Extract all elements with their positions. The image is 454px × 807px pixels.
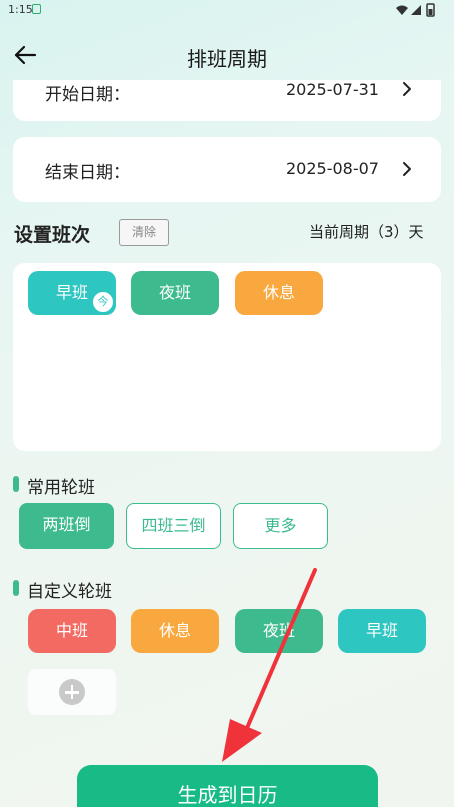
status-bar: 1:15	[0, 0, 454, 22]
preset-four-shift[interactable]: 四班三倒	[126, 503, 221, 549]
set-shifts-title: 设置班次	[14, 224, 91, 246]
shift-chip-rest[interactable]: 休息	[235, 271, 323, 315]
end-date-label: 结束日期：	[45, 163, 130, 183]
plus-icon	[59, 679, 85, 705]
section-marker	[13, 580, 19, 596]
end-date-value: 2025-08-07	[286, 159, 379, 178]
preset-two-shift[interactable]: 两班倒	[19, 503, 114, 549]
status-icons	[396, 3, 435, 17]
start-date-value: 2025-07-31	[286, 80, 379, 99]
preset-more[interactable]: 更多	[233, 503, 328, 549]
status-time: 1:15	[8, 3, 33, 16]
custom-rotation-title: 自定义轮班	[27, 582, 112, 602]
custom-chip-mid[interactable]: 中班	[28, 609, 116, 653]
custom-chip-night[interactable]: 夜班	[235, 609, 323, 653]
signal-icon	[411, 5, 421, 15]
shift-chip-label: 早班	[55, 283, 88, 302]
header: 排班周期	[0, 34, 454, 78]
wifi-icon	[396, 5, 408, 15]
page-title: 排班周期	[187, 47, 267, 71]
chevron-right-icon	[403, 162, 411, 176]
common-rotation-title: 常用轮班	[27, 478, 95, 498]
shift-chip-night[interactable]: 夜班	[131, 271, 219, 315]
section-marker	[13, 476, 19, 492]
shift-chip-label: 休息	[262, 283, 295, 302]
shift-sequence-panel: 早班 今 夜班 休息	[13, 263, 441, 451]
chevron-right-icon	[403, 82, 411, 96]
add-custom-shift-button[interactable]	[28, 669, 116, 715]
clear-button[interactable]: 清除	[119, 219, 169, 246]
end-date-row[interactable]: 结束日期： 2025-08-07	[13, 137, 441, 202]
app-notification-icon	[32, 4, 41, 14]
custom-chip-early[interactable]: 早班	[338, 609, 426, 653]
shift-chip-label: 夜班	[158, 283, 191, 302]
start-date-row[interactable]: 开始日期： 2025-07-31	[13, 80, 441, 121]
start-date-label: 开始日期：	[45, 85, 130, 105]
generate-to-calendar-button[interactable]: 生成到日历	[77, 765, 378, 807]
today-badge: 今	[92, 291, 114, 313]
custom-chip-rest[interactable]: 休息	[131, 609, 219, 653]
cycle-length: 当前周期（3）天	[309, 223, 424, 241]
